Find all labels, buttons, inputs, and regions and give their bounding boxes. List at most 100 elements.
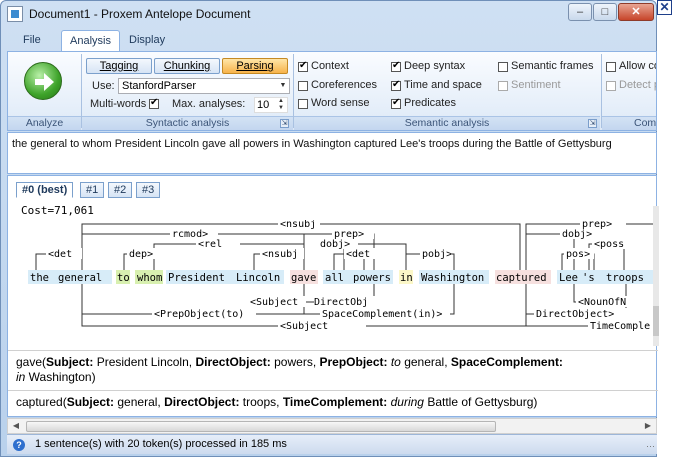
token: in (400, 272, 413, 284)
token: captured (496, 272, 547, 284)
arc-label: <PrepObject(to) (154, 309, 244, 320)
parsing-button[interactable]: Parsing (222, 58, 288, 74)
token: all (325, 272, 344, 284)
group-label-com: Com (602, 116, 656, 130)
semantic-frames-checkbox[interactable] (498, 62, 508, 72)
window-title: Document1 - Proxem Antelope Document (29, 7, 251, 21)
tab-display[interactable]: Display (121, 30, 173, 52)
scroll-right-icon[interactable]: ▶ (642, 419, 654, 433)
token: to (117, 272, 130, 284)
token: troops (606, 272, 644, 284)
parser-select[interactable]: StanfordParser ▼ (118, 78, 290, 94)
arc-label: <Subject (280, 321, 328, 332)
title-bar: Document1 - Proxem Antelope Document – □… (1, 1, 656, 29)
token: powers (353, 272, 391, 284)
sentence-text: the general to whom President Lincoln ga… (12, 138, 612, 150)
tab-analysis-0[interactable]: #0 (best) (16, 182, 74, 198)
arc-label: <poss (594, 239, 624, 250)
max-analyses-label: Max. analyses: (172, 98, 246, 110)
cost-label: Cost=71,061 (21, 204, 94, 217)
arc-label: DirectObj (314, 297, 368, 308)
sentence-input[interactable]: the general to whom President Lincoln ga… (7, 132, 657, 174)
dialog-launcher-icon[interactable]: ⇲ (588, 119, 597, 128)
document-icon (7, 6, 23, 22)
time-space-label: Time and space (404, 79, 482, 91)
sentiment-label: Sentiment (511, 79, 561, 91)
maximize-button[interactable]: □ (593, 3, 617, 21)
token: President (168, 272, 225, 284)
max-analyses-value: 10 (257, 99, 270, 111)
arc-label: <nsubj (280, 220, 316, 230)
arc-label: dobj> (562, 229, 592, 240)
max-analyses-spinner[interactable]: 10 ▲ ▼ (254, 97, 288, 113)
analyze-button[interactable] (24, 62, 62, 100)
chevron-down-icon: ▼ (279, 82, 287, 89)
scroll-left-icon[interactable]: ◀ (10, 419, 22, 433)
allow-cor-label: Allow cor (619, 60, 656, 72)
tab-analysis[interactable]: Analysis (61, 30, 120, 52)
tagging-button[interactable]: Tagging (86, 58, 152, 74)
scroll-thumb[interactable] (26, 421, 496, 432)
outer-close-button[interactable]: ✕ (657, 0, 672, 15)
arc-label: pobj> (422, 249, 452, 260)
chunking-button[interactable]: Chunking (154, 58, 220, 74)
close-button[interactable]: ✕ (618, 3, 654, 21)
token: general (58, 272, 102, 284)
semantic-predicate-captured: captured(Subject: general, DirectObject:… (8, 390, 658, 414)
token: whom (137, 272, 162, 284)
coreferences-label: Coreferences (311, 79, 378, 91)
token: the (30, 272, 49, 284)
ribbon: Analyze Tagging Chunking Parsing Use: St… (7, 51, 657, 131)
status-bar: ? 1 sentence(s) with 20 token(s) process… (7, 434, 657, 454)
token: Washington (421, 272, 484, 284)
arc-label: <NounOfN (578, 297, 626, 308)
horizontal-scrollbar[interactable]: ◀ ▶ (7, 418, 657, 434)
arc-label: TimeComple (590, 321, 650, 332)
graph-scrollbar[interactable] (653, 206, 659, 346)
spin-arrows-icon[interactable]: ▲ ▼ (278, 98, 286, 112)
analysis-panel: #0 (best) #1 #2 #3 Cost=71,061 the gener… (7, 175, 659, 417)
tab-analysis-3[interactable]: #3 (136, 182, 161, 198)
detect-checkbox (606, 81, 616, 91)
parser-select-value: StanfordParser (122, 80, 196, 92)
info-icon: ? (13, 439, 25, 451)
multiwords-label: Multi-words (90, 98, 147, 110)
tab-analysis-2[interactable]: #2 (108, 182, 133, 198)
tab-file[interactable]: File (15, 30, 49, 52)
arc-label: pos> (566, 249, 590, 260)
arc-label: dep> (129, 249, 153, 260)
resize-grip-icon[interactable]: ⋯ (646, 441, 655, 452)
semantic-predicate-gave: gave(Subject: President Lincoln, DirectO… (8, 350, 658, 389)
dependency-graph: the general to whom President Lincoln ga… (28, 220, 654, 332)
arc-label: SpaceComplement(in)> (322, 309, 442, 320)
token: gave (291, 272, 316, 284)
minimize-button[interactable]: – (568, 3, 592, 21)
group-label-analyze: Analyze (8, 116, 81, 130)
context-checkbox[interactable] (298, 60, 308, 72)
app-window: Document1 - Proxem Antelope Document – □… (0, 0, 659, 457)
word-sense-checkbox[interactable] (298, 99, 308, 109)
dialog-launcher-icon[interactable]: ⇲ (280, 119, 289, 128)
time-space-checkbox[interactable] (391, 79, 401, 91)
arc-label: <rel (198, 239, 222, 250)
tab-analysis-1[interactable]: #1 (80, 182, 105, 198)
semantic-frames-label: Semantic frames (511, 60, 594, 72)
arc-label: DirectObject> (536, 309, 614, 320)
deep-syntax-label: Deep syntax (404, 60, 466, 72)
deep-syntax-checkbox[interactable] (391, 60, 401, 72)
arc-label: <det (48, 249, 72, 260)
arc-label: <nsubj (262, 249, 298, 260)
token: 's (582, 272, 595, 284)
group-label-syntactic: Syntactic analysis (82, 116, 293, 130)
sentiment-checkbox (498, 81, 508, 91)
predicates-checkbox[interactable] (391, 97, 401, 109)
allow-cor-checkbox[interactable] (606, 62, 616, 72)
arc-label: <Subject (250, 297, 298, 308)
group-label-semantic: Semantic analysis (294, 116, 600, 130)
coreferences-checkbox[interactable] (298, 81, 308, 91)
arrow-right-icon (35, 73, 54, 91)
predicates-label: Predicates (404, 97, 456, 109)
status-text: 1 sentence(s) with 20 token(s) processed… (35, 438, 287, 450)
multiwords-checkbox[interactable] (149, 97, 159, 109)
token: Lee (559, 272, 578, 284)
